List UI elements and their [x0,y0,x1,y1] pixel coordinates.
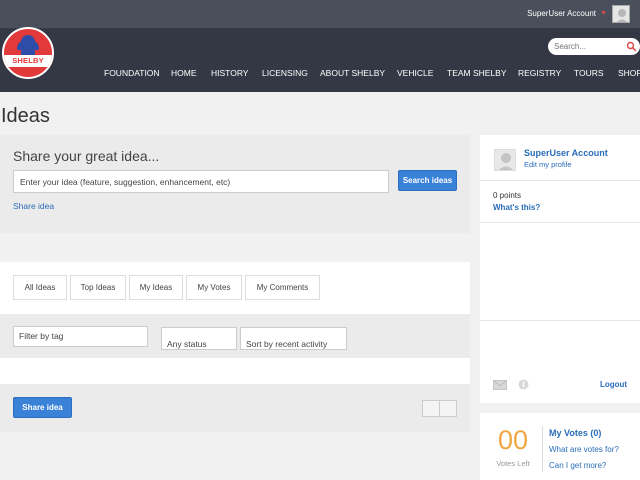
share-idea-button[interactable]: Share idea [13,397,72,418]
search-icon[interactable] [626,41,637,52]
search-input[interactable] [554,40,622,53]
main-navbar [0,28,640,92]
share-heading: Share your great idea... [13,148,160,164]
votes-divider [542,426,543,472]
whats-this-link[interactable]: What's this? [493,203,540,212]
ideas-list [0,358,470,384]
nav-registry[interactable]: REGISTRY [518,68,561,78]
edit-profile-link[interactable]: Edit my profile [524,160,572,169]
tab-my-votes[interactable]: My Votes [186,275,242,300]
search-box [548,38,640,55]
filter-by-tag[interactable]: Filter by tag [13,326,148,347]
nav-about-shelby[interactable]: ABOUT SHELBY [320,68,385,78]
account-bar: SuperUser Account ▼ [0,0,640,28]
chevron-down-icon[interactable]: ▼ [600,10,607,17]
idea-input[interactable] [13,170,389,193]
nav-tours[interactable]: TOURS [574,68,604,78]
nav-history[interactable]: HISTORY [211,68,248,78]
what-are-votes-link[interactable]: What are votes for? [549,445,619,454]
cobra-emblem-body [21,35,35,57]
account-menu[interactable]: SuperUser Account [527,9,596,18]
divider [480,320,640,321]
shelby-logo[interactable]: SHELBY [2,27,54,79]
nav-licensing[interactable]: LICENSING [262,68,308,78]
nav-shop[interactable]: SHOP [618,68,640,78]
pager-prev-button[interactable] [422,400,440,417]
share-idea-link[interactable]: Share idea [13,201,54,211]
page-title: Ideas [1,105,50,127]
avatar[interactable] [612,5,630,23]
info-icon[interactable] [518,379,529,390]
pager-next-button[interactable] [439,400,457,417]
search-ideas-button[interactable]: Search ideas [398,170,457,191]
status-select[interactable]: Any status [161,327,237,350]
nav-home[interactable]: HOME [171,68,197,78]
logo-text: SHELBY [12,56,44,65]
nav-foundation[interactable]: FOUNDATION [104,68,160,78]
divider [480,222,640,223]
logout-link[interactable]: Logout [600,380,627,389]
points-count: 0 points [493,191,522,200]
votes-left-count: 00 [497,425,529,455]
divider [480,180,640,181]
nav-team-shelby[interactable]: TEAM SHELBY [447,68,507,78]
sort-select[interactable]: Sort by recent activity [240,327,347,350]
get-more-votes-link[interactable]: Can I get more? [549,461,606,470]
tab-top-ideas[interactable]: Top Ideas [70,275,126,300]
my-votes-link[interactable]: My Votes (0) [549,428,601,438]
votes-left-label: Votes Left [496,459,530,468]
sidebar-user-name[interactable]: SuperUser Account [524,148,608,158]
tab-my-comments[interactable]: My Comments [245,275,320,300]
tab-my-ideas[interactable]: My Ideas [129,275,183,300]
nav-vehicle[interactable]: VEHICLE [397,68,433,78]
envelope-icon[interactable] [493,380,507,390]
sidebar-avatar[interactable] [494,149,516,171]
user-sidebar-panel [480,135,640,403]
tab-all-ideas[interactable]: All Ideas [13,275,67,300]
